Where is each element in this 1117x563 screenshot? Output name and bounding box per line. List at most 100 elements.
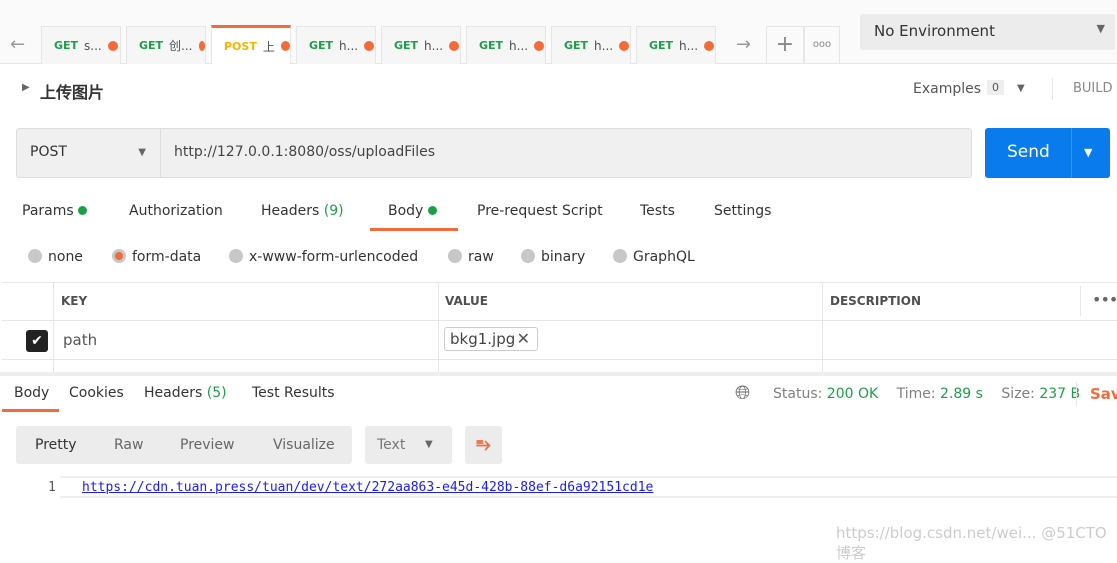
row-checkbox[interactable]: ✔	[26, 330, 48, 352]
tab-method: GET	[564, 39, 589, 52]
request-tab[interactable]: GET h...	[636, 26, 716, 64]
tab-headers[interactable]: Headers (9)	[261, 203, 344, 219]
pane-divider[interactable]	[0, 372, 1117, 376]
response-link[interactable]: https://cdn.tuan.press/tuan/dev/text/272…	[82, 480, 653, 495]
tab-bar: ← GET s... GET 创... POST 上 GET h... GET h... …	[0, 0, 1117, 64]
tab-method: GET	[649, 39, 674, 52]
radio-binary[interactable]: binary	[521, 249, 585, 265]
view-raw[interactable]: Raw	[114, 437, 143, 453]
active-tab-indicator	[2, 409, 59, 412]
arrow-left-icon[interactable]: ←	[10, 34, 25, 55]
build-button[interactable]: BUILD	[1073, 81, 1113, 96]
send-button[interactable]: Send	[1007, 142, 1050, 162]
more-options-icon[interactable]: •••	[1092, 290, 1117, 309]
tab-method: GET	[54, 39, 79, 52]
tab-name: 上	[262, 39, 275, 54]
environment-select[interactable]: No Environment ▼	[860, 14, 1115, 50]
chevron-down-icon: ▼	[1096, 22, 1105, 35]
headers-count: (9)	[323, 203, 344, 219]
tab-method: GET	[394, 39, 419, 52]
headers-count: (5)	[206, 385, 227, 401]
response-tab-cookies[interactable]: Cookies	[69, 385, 124, 401]
status-info: Status: 200 OK Time: 2.89 s Size: 237 B	[773, 386, 1080, 402]
active-dot-icon	[78, 206, 88, 215]
request-tab[interactable]: GET h...	[296, 26, 376, 64]
tab-settings[interactable]: Settings	[714, 203, 771, 219]
unsaved-dot-icon	[364, 40, 375, 51]
globe-icon[interactable]: 🌐︎	[735, 382, 750, 404]
unsaved-dot-icon	[704, 40, 715, 51]
response-tab-test-results[interactable]: Test Results	[252, 385, 335, 401]
request-tab[interactable]: GET h...	[551, 26, 631, 64]
response-tab-headers[interactable]: Headers (5)	[144, 385, 227, 401]
tab-method: GET	[479, 39, 504, 52]
examples-count: 0	[987, 80, 1004, 95]
radio-form-data[interactable]: form-data	[112, 249, 201, 265]
radio-label: binary	[541, 249, 586, 265]
tab-name: 创...	[169, 39, 193, 53]
close-icon[interactable]: ✕	[517, 329, 530, 348]
view-visualize[interactable]: Visualize	[273, 437, 335, 453]
unsaved-dot-icon	[107, 40, 118, 51]
send-options-chevron-icon[interactable]: ▼	[1084, 146, 1092, 159]
status-value: 200 OK	[826, 386, 879, 402]
radio-label: none	[48, 249, 83, 265]
request-tab-active[interactable]: POST 上	[211, 25, 291, 64]
active-tab-indicator	[370, 228, 458, 231]
arrow-right-icon[interactable]: →	[736, 34, 751, 55]
radio-label: form-data	[132, 249, 202, 265]
tab-params[interactable]: Params	[22, 203, 88, 219]
tab-prerequest-script[interactable]: Pre-request Script	[477, 203, 603, 219]
time-value: 2.89 s	[940, 386, 983, 402]
view-pretty[interactable]: Pretty	[35, 437, 77, 453]
tab-body[interactable]: Body	[388, 203, 437, 219]
column-header-value: VALUE	[445, 294, 488, 308]
save-response-button[interactable]: Save	[1090, 385, 1117, 403]
line-number: 1	[48, 480, 56, 495]
request-tab[interactable]: GET h...	[466, 26, 546, 64]
row-key[interactable]: path	[63, 331, 97, 349]
chevron-down-icon[interactable]: ▼	[1017, 83, 1025, 94]
tab-name: h...	[679, 38, 699, 53]
radio-label: x-www-form-urlencoded	[249, 249, 419, 265]
tab-label: Params	[22, 203, 74, 219]
file-name: bkg1.jpg	[450, 330, 516, 348]
tab-tests[interactable]: Tests	[640, 203, 675, 219]
radio-urlencoded[interactable]: x-www-form-urlencoded	[229, 249, 418, 265]
radio-graphql[interactable]: GraphQL	[613, 249, 695, 265]
tab-name: h...	[424, 38, 444, 53]
radio-label: GraphQL	[633, 249, 695, 265]
request-title[interactable]: 上传图片	[40, 79, 104, 103]
tab-name: h...	[509, 38, 529, 53]
unsaved-dot-icon	[619, 40, 630, 51]
radio-raw[interactable]: raw	[448, 249, 494, 265]
format-select[interactable]: Text ▼	[365, 426, 452, 464]
examples-button[interactable]: Examples	[913, 81, 981, 97]
size-value: 237 B	[1039, 386, 1081, 402]
request-tab[interactable]: GET s...	[41, 26, 121, 64]
unsaved-dot-icon	[449, 40, 460, 51]
tab-label: Headers	[144, 385, 203, 401]
request-tab[interactable]: GET h...	[381, 26, 461, 64]
more-tabs-icon[interactable]: ooo	[804, 26, 840, 64]
request-tab[interactable]: GET 创...	[126, 26, 206, 64]
file-chip[interactable]: bkg1.jpg ✕	[444, 327, 538, 351]
column-header-key: KEY	[61, 294, 88, 308]
response-tab-body[interactable]: Body	[14, 385, 49, 401]
unsaved-dot-icon	[534, 40, 545, 51]
view-preview[interactable]: Preview	[180, 437, 235, 453]
new-tab-plus-icon[interactable]: +	[766, 26, 804, 64]
url-input[interactable]: http://127.0.0.1:8080/oss/uploadFiles	[174, 144, 435, 160]
unsaved-dot-icon	[198, 40, 205, 51]
active-dot-icon	[427, 206, 437, 215]
url-bar: POST ▼ http://127.0.0.1:8080/oss/uploadFi…	[16, 128, 972, 178]
radio-none[interactable]: none	[28, 249, 83, 265]
caret-right-icon[interactable]: ▶	[22, 82, 30, 93]
method-select[interactable]: POST ▼	[17, 129, 161, 177]
wrap-lines-icon[interactable]: ⥱	[465, 426, 502, 464]
time-label: Time:	[896, 386, 936, 402]
tab-label: Headers	[261, 203, 320, 219]
view-mode-group: Pretty Raw Preview Visualize	[16, 426, 352, 464]
method-label: POST	[30, 144, 67, 160]
tab-authorization[interactable]: Authorization	[129, 203, 223, 219]
